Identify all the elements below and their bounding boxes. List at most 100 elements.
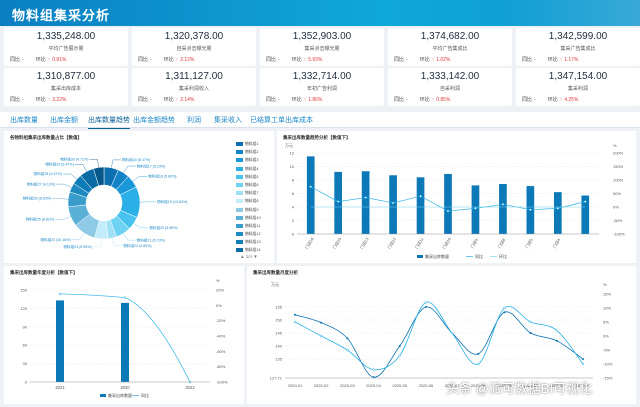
kpi-yoy-value: -	[22, 97, 24, 103]
x-tick-label: 门店12	[386, 235, 398, 249]
legend-label: 物料组4	[245, 166, 259, 171]
x-tick-label: 2021	[55, 385, 65, 390]
amount-point	[346, 337, 349, 340]
yoy-point	[419, 194, 422, 198]
legend-label: 物料组14	[245, 248, 261, 253]
kpi-yoy-value: -	[150, 57, 152, 63]
y2-tick-label: 20%	[216, 288, 224, 293]
x-tick-label: 2020	[120, 385, 130, 390]
legend-label: 环比	[499, 253, 507, 259]
kpi-yoy-label: 同比	[522, 97, 533, 103]
kpi-card: 1,333,142.00 自采利润 同比 - 环比 ↑ 0.85%	[388, 68, 512, 106]
pie-legend-item[interactable]: 物料组3	[236, 158, 272, 166]
kpi-label: 自采点击曝光量	[176, 46, 212, 52]
tab-1[interactable]: 出库数量	[10, 115, 38, 125]
x-tick-label: 门店9	[469, 236, 480, 249]
pie-label: 物料组29 (6.47%)	[45, 162, 73, 167]
kpi-trend-up-icon: ↑	[431, 97, 435, 103]
tab-6[interactable]: 集采收入	[214, 115, 242, 125]
pie-hole	[86, 185, 122, 221]
pie-leader-line	[112, 237, 123, 247]
kpi-mom-label: 环比	[419, 97, 430, 103]
kpi-mom-label: 环比	[547, 97, 558, 103]
kpi-trend-up-icon: ↑	[47, 57, 51, 63]
x-tick-label: 门店11	[413, 236, 425, 250]
pie-legend-item[interactable]: 物料组4	[236, 166, 272, 175]
kpi-yoy-label: 同比	[394, 97, 405, 103]
legend-swatch	[236, 199, 243, 204]
kpi-card: 1,342,599.00 集采广告集成比 同比 - 环比 ↑ 1.17%	[516, 28, 640, 66]
kpi-card: 1,320,378.00 自采点击曝光量 同比 - 环比 ↑ 2.12%	[132, 28, 256, 66]
pie-legend-item[interactable]: 物料组11	[236, 223, 272, 232]
kpi-yoy-label: 同比	[138, 97, 149, 103]
legend-pager[interactable]: ▲ 1/4 ▼	[240, 254, 258, 259]
pie-legend-item[interactable]: 物料组8	[236, 199, 272, 207]
y-tick-label: 2	[292, 218, 295, 223]
pie-legend-item[interactable]: 物料组1	[236, 142, 272, 150]
tab-2[interactable]: 出库金额	[50, 115, 78, 125]
kpi-mom-label: 环比	[547, 57, 558, 63]
x-tick-label: 门店4	[551, 236, 562, 249]
pie-legend-item[interactable]: 物料组9	[236, 207, 272, 216]
pie-label: 物料组23 (5.96%)	[63, 244, 91, 249]
yoy-point	[450, 331, 454, 335]
pie-leader-line	[56, 183, 72, 188]
legend-label: 物料组8	[245, 199, 259, 204]
kpi-label: 集采利润	[567, 86, 588, 92]
y2-axis-unit: %	[613, 143, 617, 148]
y-tick-label: 4	[292, 205, 295, 210]
tab-4[interactable]: 出库金额趋势	[133, 115, 175, 125]
pie-label: 物料组26 (6.63%)	[23, 196, 51, 201]
amount-point	[555, 339, 558, 342]
kpi-label: 集采点击曝光量	[304, 46, 340, 52]
kpi-value: 1,352,903.00	[292, 31, 352, 42]
tab-7[interactable]: 已结算工单出库成本	[250, 115, 313, 125]
amount-point	[503, 311, 506, 314]
x-tick-label: 2020-01	[288, 383, 303, 388]
y-axis-unit: 万元	[285, 143, 293, 148]
kpi-card: 1,310,877.00 集采出库成本 同比 - 环比 ↑ 3.22%	[4, 68, 128, 106]
kpi-mom-value: 2.14%	[180, 97, 195, 103]
kpi-card: 1,352,903.00 集采点击曝光量 同比 - 环比 ↑ 5.93%	[260, 28, 384, 66]
yoy-point	[556, 207, 560, 210]
kpi-trend-up-icon: ↑	[47, 97, 51, 103]
legend-label: 物料组11	[245, 223, 261, 228]
legend-label: 物料组12	[245, 232, 261, 237]
kpi-compare: 同比 - 环比 ↑ 0.85%	[394, 96, 506, 103]
tab-5[interactable]: 利润	[187, 115, 201, 125]
amount-point	[320, 321, 323, 324]
pie-legend-item[interactable]: 物料组10	[236, 215, 272, 224]
yoy-point	[364, 196, 367, 199]
pie-legend-item[interactable]: 物料组6	[236, 182, 272, 191]
y2-tick-label: -100%	[613, 232, 625, 237]
kpi-mom-label: 环比	[163, 97, 174, 103]
pie-leader-line	[132, 176, 148, 182]
legend-swatch	[236, 207, 243, 212]
pie-leader-line	[74, 164, 87, 172]
bar	[56, 300, 64, 382]
yoy-point	[555, 329, 559, 332]
kpi-yoy-value: -	[406, 57, 408, 63]
kpi-yoy-label: 同比	[10, 97, 21, 103]
pie-legend-item[interactable]: 物料组5	[236, 174, 272, 183]
y-tick-label: 12	[290, 151, 295, 156]
pie-leader-line	[52, 198, 69, 200]
kpi-compare: 同比 - 环比 ↑ 0.81%	[10, 56, 122, 63]
kpi-yoy-label: 同比	[394, 57, 405, 63]
pie-label: 物料组24 (10.16%)	[40, 237, 70, 242]
header-decoration	[500, 0, 640, 26]
kpi-trend-up-icon: ↑	[559, 57, 563, 63]
yoy-point	[391, 201, 395, 205]
kpi-mom-value: 0.85%	[436, 97, 451, 103]
kpi-card: 1,374,682.00 平均广告集成比 同比 - 环比 ↑ 1.02%	[388, 28, 512, 66]
bar-chart: 0 2 4 6 8 10 12 -100% -50% 0% 50% 100% 150% 200% 万元 % 门店…	[285, 143, 625, 259]
amount-line	[294, 306, 584, 378]
tab-3[interactable]: 出库数量趋势	[88, 115, 130, 129]
kpi-value: 1,332,714.00	[292, 71, 352, 82]
y2-axis-unit: %	[216, 278, 220, 283]
kpi-yoy-value: -	[534, 97, 536, 103]
legend-swatch	[417, 255, 423, 258]
amount-point	[398, 345, 401, 348]
kpi-yoy-value: -	[278, 97, 280, 103]
y2-tick-label: 150%	[613, 164, 624, 169]
